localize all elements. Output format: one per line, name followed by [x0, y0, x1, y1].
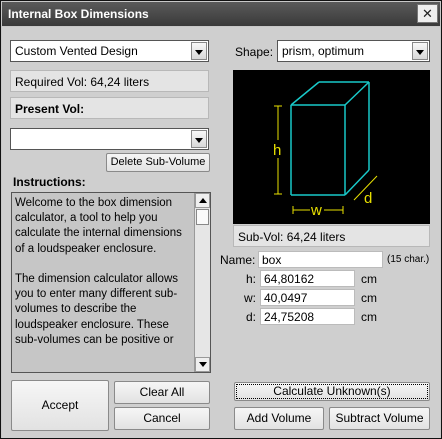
scroll-down-icon[interactable]	[195, 357, 210, 372]
calculate-unknowns-button[interactable]: Calculate Unknown(s)	[234, 382, 430, 401]
height-field-label: h:	[246, 272, 257, 286]
scroll-thumb[interactable]	[196, 209, 209, 225]
width-field-label: w:	[244, 291, 256, 305]
width-input-value: 40,0497	[264, 291, 308, 305]
clear-all-label: Clear All	[139, 385, 185, 399]
cancel-label: Cancel	[143, 411, 181, 425]
name-hint: (15 char.)	[387, 254, 430, 265]
window-title: Internal Box Dimensions	[8, 7, 149, 21]
instructions-box[interactable]: Welcome to the box dimension calculator,…	[11, 192, 211, 373]
depth-input[interactable]: 24,75208	[260, 308, 355, 325]
required-volume-display: Required Vol: 64,24 liters	[10, 70, 209, 92]
height-label: h	[273, 142, 281, 159]
width-label: w	[310, 202, 322, 219]
height-input[interactable]: 64,80162	[260, 270, 355, 287]
clear-all-button[interactable]: Clear All	[114, 381, 210, 404]
depth-field-label: d:	[246, 310, 257, 324]
subvolume-text: Sub-Vol: 64,24 liters	[238, 230, 346, 244]
width-input[interactable]: 40,0497	[260, 289, 355, 306]
subtract-volume-label: Subtract Volume	[335, 411, 424, 425]
title-bar[interactable]: Internal Box Dimensions ✕	[2, 2, 440, 26]
cancel-button[interactable]: Cancel	[114, 407, 210, 430]
chevron-down-icon[interactable]	[412, 42, 428, 60]
box-edge	[290, 81, 320, 106]
required-volume-text: Required Vol: 64,24 liters	[15, 75, 150, 89]
close-icon: ✕	[422, 6, 433, 21]
accept-button[interactable]: Accept	[11, 380, 109, 431]
name-label: Name:	[220, 253, 256, 267]
subvolume-select[interactable]	[10, 128, 209, 150]
present-volume-label: Present Vol:	[15, 102, 85, 116]
subvolume-display: Sub-Vol: 64,24 liters	[233, 225, 430, 247]
chevron-down-icon[interactable]	[191, 42, 207, 60]
add-volume-button[interactable]: Add Volume	[234, 407, 324, 430]
delete-subvolume-button[interactable]: Delete Sub-Volume	[106, 153, 210, 172]
design-select-value: Custom Vented Design	[15, 44, 138, 58]
name-input-value: box	[262, 253, 282, 267]
box-preview: h w d	[233, 70, 430, 224]
name-input[interactable]: box	[258, 251, 383, 268]
instructions-label: Instructions:	[13, 175, 86, 189]
chevron-down-icon[interactable]	[191, 130, 207, 148]
shape-select-value: prism, optimum	[282, 44, 365, 58]
shape-label: Shape:	[235, 45, 274, 59]
instructions-text: Welcome to the box dimension calculator,…	[15, 197, 182, 346]
calculate-unknowns-label: Calculate Unknown(s)	[273, 384, 391, 398]
height-unit: cm	[361, 272, 377, 286]
depth-unit: cm	[361, 310, 377, 324]
add-volume-label: Add Volume	[246, 411, 312, 425]
close-button[interactable]: ✕	[417, 4, 438, 23]
shape-select[interactable]: prism, optimum	[277, 40, 430, 62]
depth-label: d	[364, 190, 372, 207]
dialog-window: Internal Box Dimensions ✕ Custom Vented …	[0, 0, 442, 439]
box-diagram: h w d	[271, 81, 378, 219]
design-select[interactable]: Custom Vented Design	[10, 40, 209, 62]
box-edge	[344, 81, 370, 106]
depth-input-value: 24,75208	[264, 310, 315, 324]
instructions-scrollbar[interactable]	[194, 193, 210, 372]
delete-subvolume-label: Delete Sub-Volume	[110, 156, 206, 168]
width-unit: cm	[361, 291, 377, 305]
subtract-volume-button[interactable]: Subtract Volume	[329, 407, 430, 430]
scroll-up-icon[interactable]	[195, 193, 210, 208]
present-volume-display: Present Vol:	[10, 97, 209, 119]
height-input-value: 64,80162	[264, 272, 315, 286]
accept-label: Accept	[41, 398, 79, 412]
dialog-body: Custom Vented Design Required Vol: 64,24…	[2, 27, 440, 438]
